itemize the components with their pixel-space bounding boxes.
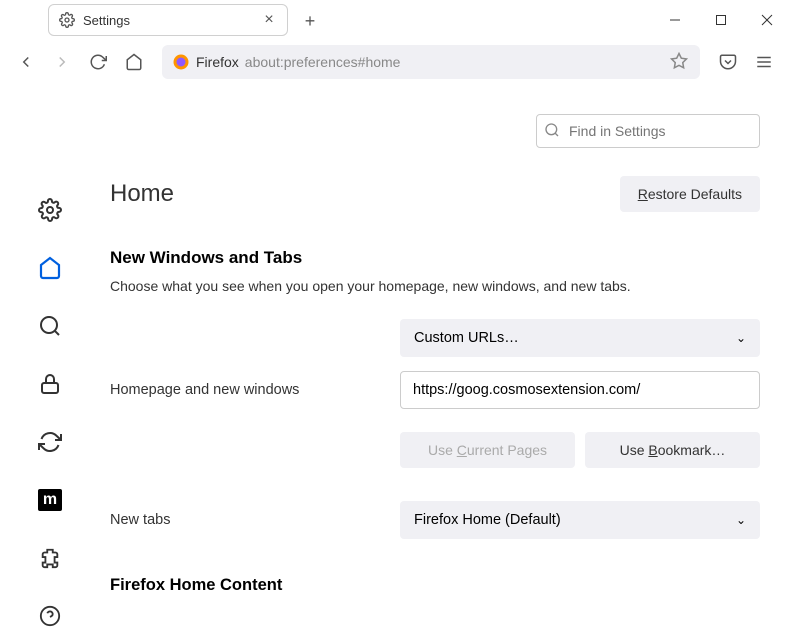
sidebar-item-extensions[interactable]	[34, 542, 66, 574]
m-badge-icon: m	[38, 489, 62, 511]
page-title: Home	[110, 180, 174, 208]
minimize-button[interactable]	[652, 0, 698, 40]
chevron-down-icon: ⌄	[736, 513, 746, 527]
titlebar: Settings × +	[0, 0, 790, 40]
sidebar-item-help[interactable]	[34, 600, 66, 632]
search-input[interactable]	[536, 114, 760, 148]
tab-settings[interactable]: Settings ×	[48, 4, 288, 36]
window-controls	[652, 0, 790, 40]
sidebar-item-home[interactable]	[34, 252, 66, 284]
sidebar-item-search[interactable]	[34, 310, 66, 342]
newtabs-select-value: Firefox Home (Default)	[414, 512, 561, 528]
homepage-select[interactable]: Custom URLs… ⌄	[400, 319, 760, 357]
homepage-url-input[interactable]	[400, 371, 760, 409]
chevron-down-icon: ⌄	[736, 331, 746, 345]
section2-title: Firefox Home Content	[110, 576, 760, 595]
url-label: Firefox	[196, 54, 239, 70]
use-current-pages-button[interactable]: Use Current Pages	[400, 432, 575, 468]
sidebar-item-sync[interactable]	[34, 426, 66, 458]
sidebar-item-more[interactable]: m	[34, 484, 66, 516]
forward-button[interactable]	[46, 46, 78, 78]
app-menu-button[interactable]	[748, 46, 780, 78]
homepage-label: Homepage and new windows	[110, 382, 400, 398]
bookmark-star-icon[interactable]	[670, 52, 690, 72]
use-bookmark-button[interactable]: Use Bookmark…	[585, 432, 760, 468]
maximize-button[interactable]	[698, 0, 744, 40]
close-window-button[interactable]	[744, 0, 790, 40]
tab-title: Settings	[83, 13, 261, 28]
firefox-icon	[172, 53, 190, 71]
sidebar-item-privacy[interactable]	[34, 368, 66, 400]
section-description: Choose what you see when you open your h…	[110, 278, 760, 294]
close-icon[interactable]: ×	[261, 12, 277, 28]
newtabs-select[interactable]: Firefox Home (Default) ⌄	[400, 501, 760, 539]
content: m Home Restore Defaults New Windows and …	[0, 84, 790, 640]
newtabs-label: New tabs	[110, 512, 400, 528]
section-title: New Windows and Tabs	[110, 248, 760, 268]
tab-strip: Settings × +	[0, 0, 652, 36]
pocket-button[interactable]	[712, 46, 744, 78]
sidebar-item-general[interactable]	[34, 194, 66, 226]
back-button[interactable]	[10, 46, 42, 78]
url-bar[interactable]: Firefox about:preferences#home	[162, 45, 700, 79]
home-button[interactable]	[118, 46, 150, 78]
url-path: about:preferences#home	[245, 54, 670, 70]
homepage-select-value: Custom URLs…	[414, 330, 519, 346]
sidebar: m	[0, 84, 100, 640]
new-tab-button[interactable]: +	[296, 7, 324, 35]
main-panel: Home Restore Defaults New Windows and Ta…	[100, 84, 790, 640]
restore-defaults-button[interactable]: Restore Defaults	[620, 176, 760, 212]
gear-icon	[59, 12, 75, 28]
reload-button[interactable]	[82, 46, 114, 78]
search-icon	[544, 122, 560, 138]
toolbar: Firefox about:preferences#home	[0, 40, 790, 84]
